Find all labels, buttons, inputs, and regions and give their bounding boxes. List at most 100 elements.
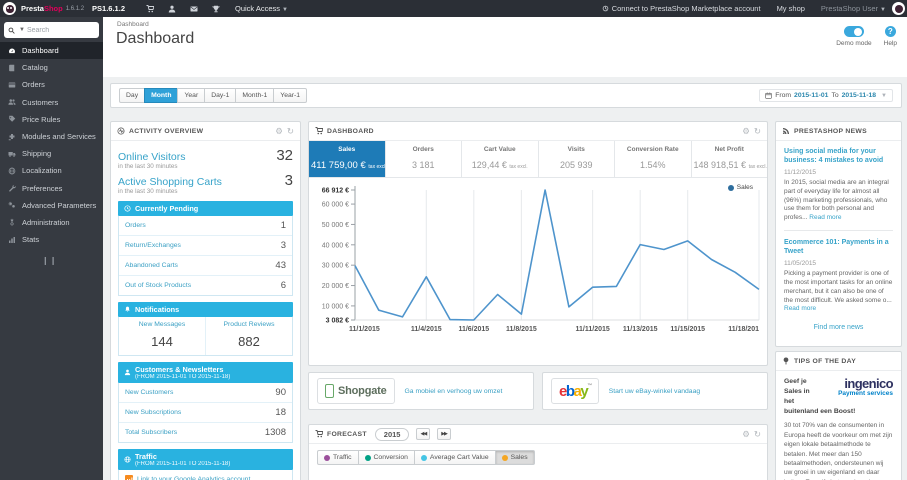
gear-icon[interactable]: ⚙ — [742, 429, 750, 440]
sidebar-item-preferences[interactable]: Preferences — [0, 180, 103, 197]
user-avatar[interactable] — [892, 2, 905, 15]
new-subscriptions-row[interactable]: New Subscriptions 18 — [119, 403, 292, 423]
quick-access-menu[interactable]: Quick Access ▼ — [235, 4, 288, 13]
news-article-title[interactable]: Using social media for your business: 4 … — [784, 147, 893, 165]
panel-title: ACTIVITY OVERVIEW — [129, 127, 204, 135]
search-icon — [8, 27, 15, 34]
sidebar-item-dashboard[interactable]: Dashboard — [0, 42, 103, 60]
sales-dot — [501, 454, 508, 461]
mail-icon[interactable] — [190, 5, 198, 13]
sidebar-collapse-icon[interactable]: ❙❙ — [42, 256, 103, 265]
sidebar-item-orders[interactable]: Orders — [0, 76, 103, 93]
refresh-icon[interactable]: ↻ — [754, 429, 761, 440]
active-carts-sub: in the last 30 minutes — [118, 188, 178, 195]
ingenico-logo[interactable]: ingenico Payment services — [821, 377, 894, 398]
sales-chart: Sales 3 082 € 10 000 € 20 000 € 30 000 € 40 … — [309, 178, 767, 350]
sidebar-item-administration[interactable]: Administration — [0, 214, 103, 231]
cart-icon[interactable] — [146, 4, 154, 13]
user-menu[interactable]: PrestaShop User ▼ — [821, 4, 886, 13]
shop-name: PS1.6.1.2 — [92, 4, 125, 13]
find-more-news-link[interactable]: Find more news — [784, 324, 893, 331]
product-reviews-cell[interactable]: Product Reviews 882 — [205, 317, 292, 355]
kpi-tab-conversion-rate[interactable]: Conversion Rate 1.54% — [615, 141, 692, 177]
filter-day-button[interactable]: Day — [119, 88, 146, 103]
ebay-banner[interactable]: ebay™ Start uw eBay-winkel vandaag — [542, 372, 768, 410]
sidebar-item-advanced-parameters[interactable]: Advanced Parameters — [0, 197, 103, 214]
customers-newsletters-header: Customers & Newsletters (FROM 2015-11-01 … — [118, 362, 293, 383]
filter-month-button[interactable]: Month — [144, 88, 179, 103]
sidebar-item-price-rules[interactable]: Price Rules — [0, 111, 103, 128]
total-subscribers-row[interactable]: Total Subscribers 1308 — [119, 423, 292, 442]
date-range-picker[interactable]: From 2015-11-01 To 2015-11-18 ▼ — [759, 89, 893, 102]
demo-mode-toggle[interactable] — [843, 26, 864, 37]
gear-icon[interactable]: ⚙ — [742, 126, 750, 137]
chart-legend[interactable]: Sales — [727, 184, 753, 191]
svg-text:11/1/2015: 11/1/2015 — [349, 326, 380, 333]
news-article-date: 11/12/2015 — [784, 169, 817, 177]
sidebar-item-stats[interactable]: Stats — [0, 231, 103, 248]
shopgate-banner[interactable]: Shopgate Ga mobiel en verhoog uw omzet — [308, 372, 534, 410]
search-box[interactable]: ▼ — [4, 22, 99, 38]
previous-year-icon[interactable]: ◀◀ — [416, 428, 431, 440]
marketplace-link[interactable]: Connect to PrestaShop Marketplace accoun… — [602, 4, 761, 13]
advanced-parameters-icon — [8, 201, 15, 208]
forecast-legend-conversion[interactable]: Conversion — [357, 450, 415, 465]
shopgate-link[interactable]: Ga mobiel en verhoog uw omzet — [405, 388, 503, 395]
ebay-link[interactable]: Start uw eBay-winkel vandaag — [609, 388, 700, 395]
currently-pending-header: Currently Pending — [118, 201, 293, 216]
kpi-tab-orders[interactable]: Orders 3 181 — [386, 141, 462, 177]
dashboard-panel-icon — [315, 127, 323, 135]
traffic-dot — [324, 454, 330, 461]
pending-returns-row[interactable]: Return/Exchanges 3 — [119, 236, 292, 256]
news-article-excerpt: In 2015, social media are an integral pa… — [784, 179, 889, 222]
filter-day-1-button[interactable]: Day-1 — [204, 88, 237, 103]
sidebar-item-modules[interactable]: Modules and Services — [0, 128, 103, 145]
new-customers-row[interactable]: New Customers 90 — [119, 383, 292, 403]
sidebar-item-shipping[interactable]: Shipping — [0, 145, 103, 162]
pending-orders-row[interactable]: Orders 1 — [119, 216, 292, 236]
kpi-tab-cart-value[interactable]: Cart Value 129,44 € tax excl. — [462, 141, 539, 177]
sidebar-item-catalog[interactable]: Catalog — [0, 59, 103, 76]
refresh-icon[interactable]: ↻ — [287, 126, 294, 137]
help-icon[interactable]: ? — [884, 26, 896, 37]
kpi-tab-sales[interactable]: Sales 411 759,00 € tax excl. — [309, 141, 386, 177]
refresh-icon[interactable]: ↻ — [754, 126, 761, 137]
pending-out-of-stock-row[interactable]: Out of Stock Products 6 — [119, 276, 292, 295]
conversion-dot — [364, 454, 371, 461]
connect-icon — [602, 5, 608, 12]
customer-icon[interactable] — [168, 5, 176, 13]
sidebar-item-localization[interactable]: Localization — [0, 162, 103, 179]
news-article: Using social media for your business: 4 … — [784, 147, 893, 223]
filter-year-1-button[interactable]: Year-1 — [273, 88, 308, 103]
filter-year-button[interactable]: Year — [177, 88, 206, 103]
svg-text:11/15/2015: 11/15/2015 — [670, 326, 705, 333]
forecast-legend-sales[interactable]: Sales — [494, 450, 535, 465]
page-header: Dashboard Dashboard Demo mode ? Help — [103, 17, 907, 77]
svg-text:11/8/2015: 11/8/2015 — [506, 326, 537, 333]
forecast-legend-average-cart-value[interactable]: Average Cart Value — [413, 450, 496, 465]
online-visitors-link[interactable]: Online Visitors — [118, 151, 186, 163]
kpi-tab-net-profit[interactable]: Net Profit 148 918,51 € tax excl. — [692, 141, 768, 177]
tips-of-the-day-panel: TIPS OF THE DAY ingenico Payment service… — [775, 351, 902, 480]
google-analytics-link-row[interactable]: Link to your Google Analytics account — [118, 470, 293, 480]
forecast-year[interactable]: 2015 — [374, 427, 410, 441]
search-input[interactable] — [26, 26, 87, 34]
breadcrumb: Dashboard — [117, 21, 149, 28]
sidebar-item-customers[interactable]: Customers — [0, 94, 103, 111]
forecast-legend-traffic[interactable]: Traffic — [317, 450, 359, 465]
kpi-tab-visits[interactable]: Visits 205 939 — [539, 141, 615, 177]
news-article-title[interactable]: Ecommerce 101: Payments in a Tweet — [784, 238, 893, 256]
read-more-link[interactable]: Read more — [784, 305, 816, 312]
activity-icon — [117, 127, 125, 135]
next-year-icon[interactable]: ▶▶ — [437, 428, 451, 440]
new-messages-cell[interactable]: New Messages 144 — [119, 317, 205, 355]
active-carts-link[interactable]: Active Shopping Carts — [118, 176, 222, 188]
trophy-icon[interactable] — [212, 5, 220, 13]
read-more-link[interactable]: Read more — [809, 214, 841, 221]
filter-month-1-button[interactable]: Month-1 — [235, 88, 275, 103]
average-cart-value-dot — [420, 454, 427, 461]
forecast-panel-icon — [315, 430, 323, 438]
pending-abandoned-carts-row[interactable]: Abandoned Carts 43 — [119, 256, 292, 276]
my-shop-link[interactable]: My shop — [777, 4, 805, 13]
gear-icon[interactable]: ⚙ — [275, 126, 283, 137]
